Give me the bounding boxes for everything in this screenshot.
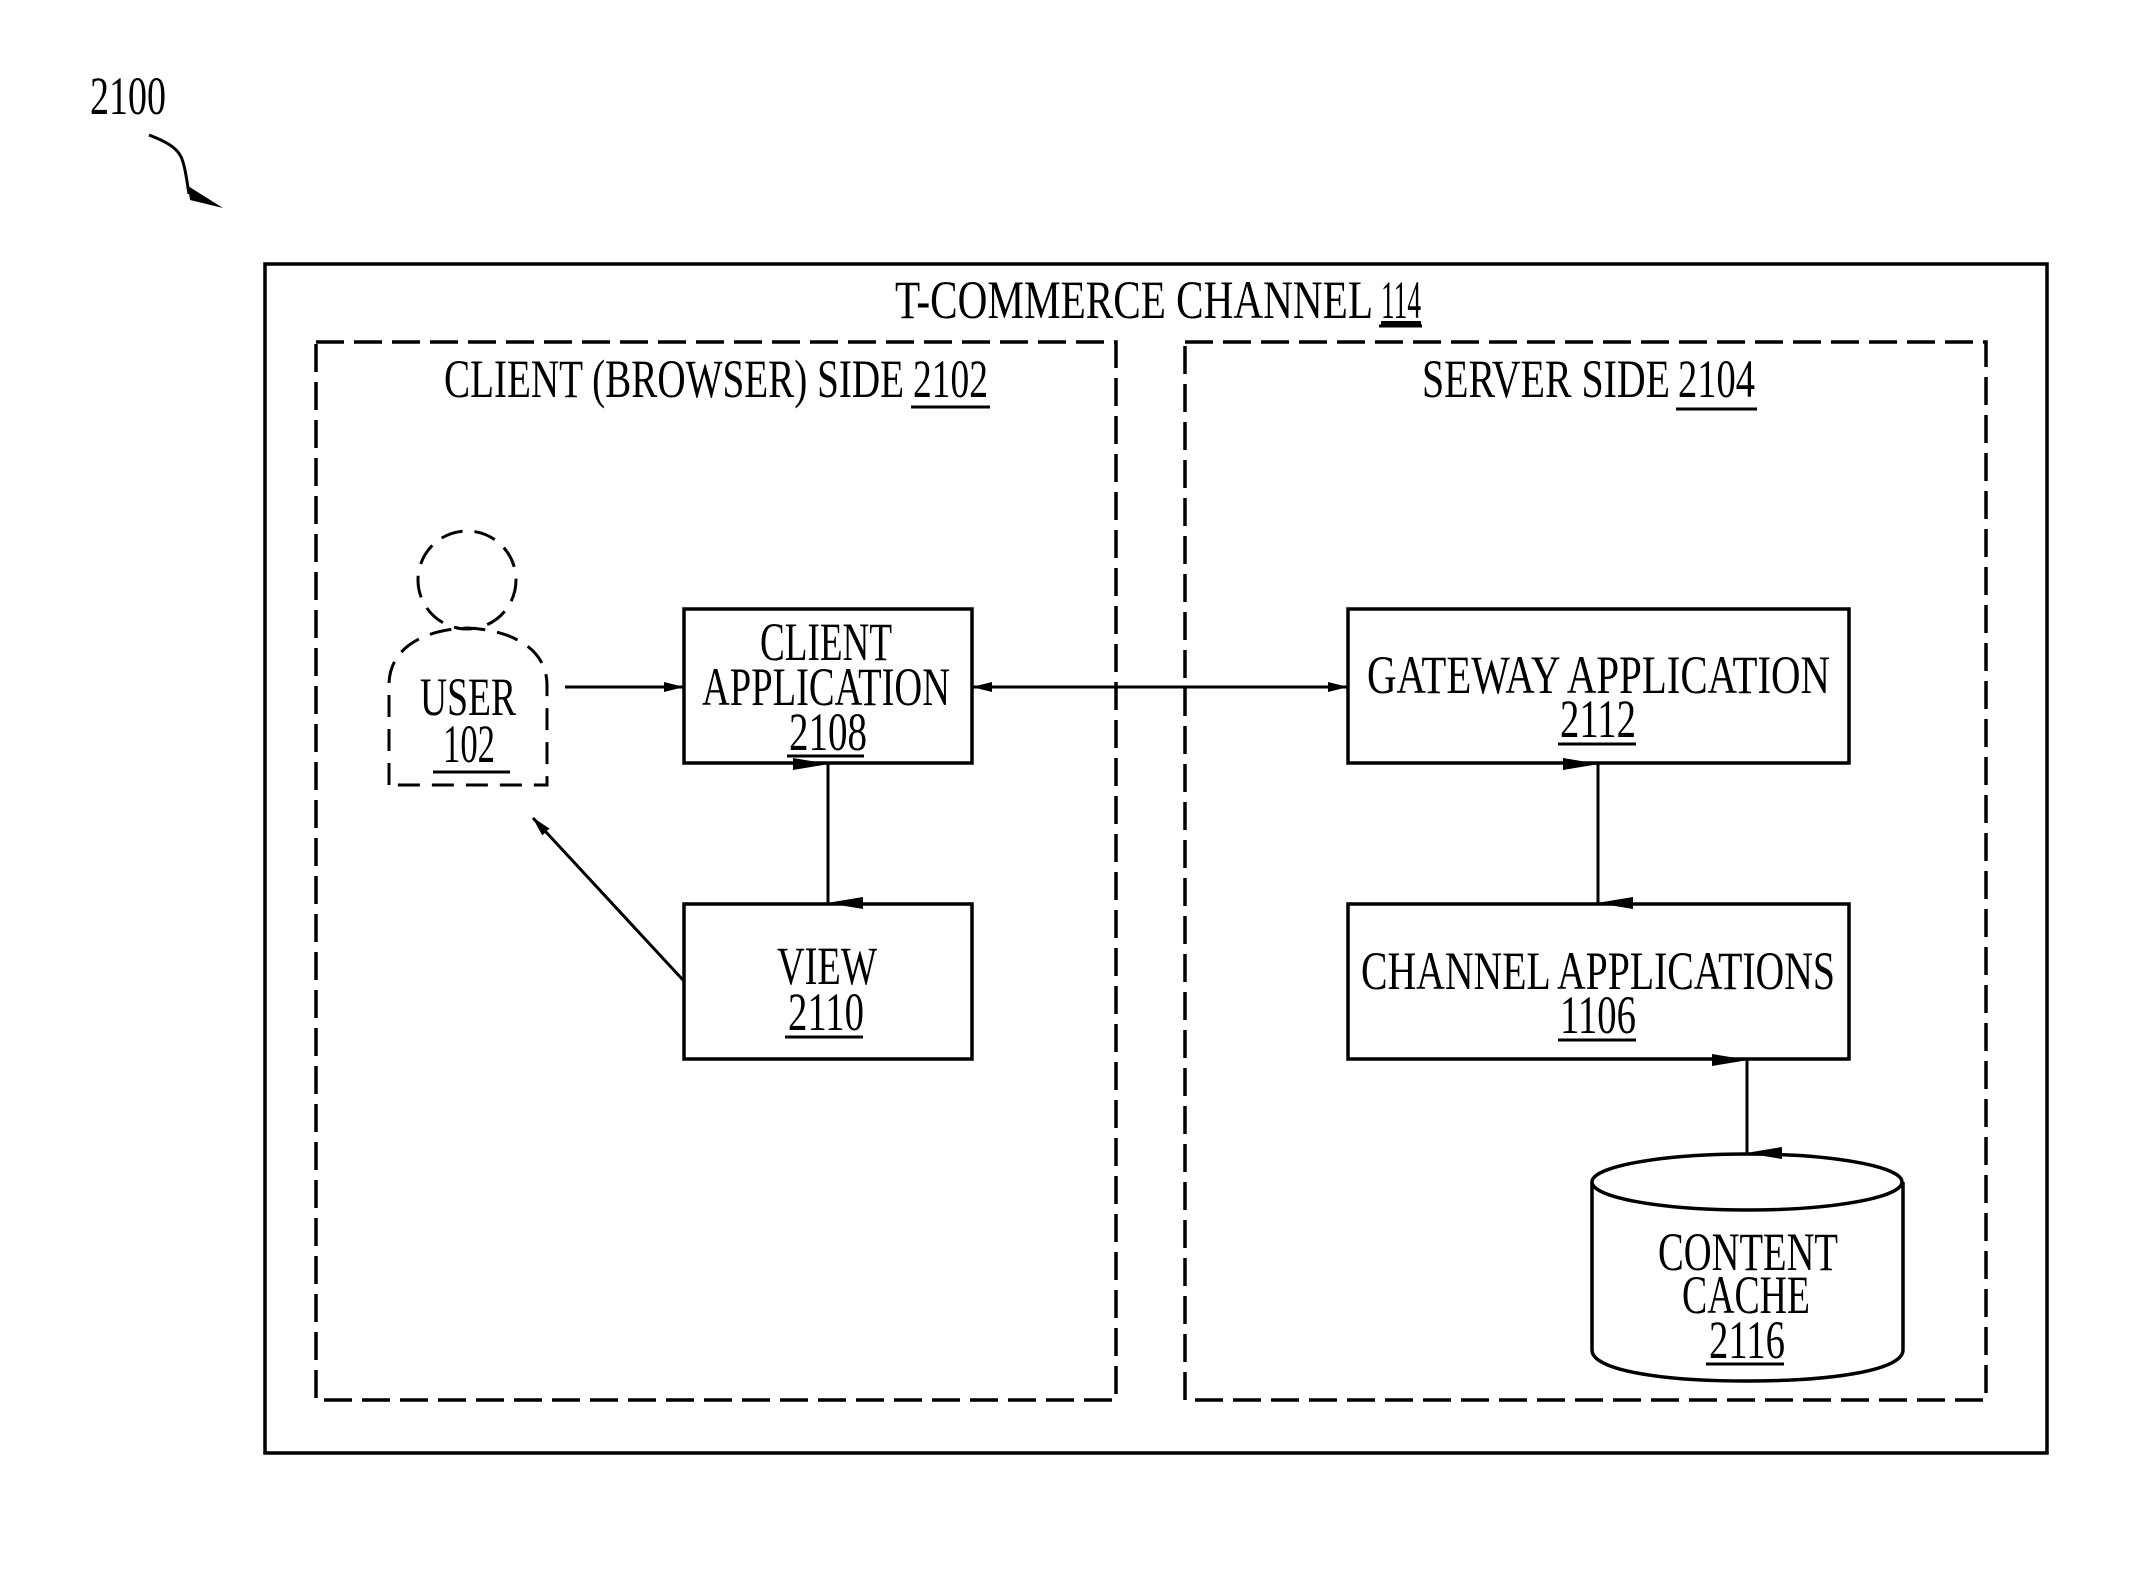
arrow-view-to-user bbox=[531, 816, 685, 982]
content-cache-ref: 2116 bbox=[1709, 1310, 1785, 1370]
gateway-application-ref: 2112 bbox=[1560, 689, 1636, 749]
figure-ref-arrowhead-icon bbox=[188, 186, 223, 208]
figure-ref-leader-icon bbox=[148, 133, 191, 195]
view-ref: 2110 bbox=[788, 982, 864, 1042]
channel-applications-ref: 1106 bbox=[1560, 985, 1636, 1045]
figure-ref-number: 2100 bbox=[90, 66, 166, 126]
gateway-application-node[interactable]: GATEWAY APPLICATION 2112 bbox=[1346, 607, 1851, 765]
channel-ref: 114 bbox=[1381, 270, 1421, 330]
figure-ref: 2100 bbox=[90, 66, 223, 208]
diagram-canvas: 2100 T-COMMERCE CHANNEL 114 CLIENT (BROW… bbox=[90, 66, 2049, 1455]
client-side-box bbox=[314, 340, 1118, 1402]
client-side-ref: 2102 bbox=[913, 349, 988, 409]
view-node[interactable]: VIEW 2110 bbox=[682, 902, 974, 1061]
person-head-icon bbox=[416, 529, 518, 631]
channel-title: T-COMMERCE CHANNEL bbox=[895, 270, 1373, 330]
client-application-ref: 2108 bbox=[789, 702, 867, 762]
channel-applications-node[interactable]: CHANNEL APPLICATIONS 1106 bbox=[1346, 902, 1851, 1061]
client-application-node[interactable]: CLIENT APPLICATION 2108 bbox=[682, 607, 974, 765]
content-cache-node[interactable]: CONTENT CACHE 2116 bbox=[1590, 1152, 1905, 1383]
database-cylinder-top bbox=[1590, 1152, 1904, 1212]
user-ref: 102 bbox=[443, 714, 495, 774]
server-side-title: SERVER SIDE bbox=[1422, 349, 1670, 409]
server-side-ref: 2104 bbox=[1678, 349, 1755, 409]
user-actor[interactable]: USER 102 bbox=[387, 529, 549, 787]
client-side-title: CLIENT (BROWSER) SIDE bbox=[444, 349, 904, 409]
